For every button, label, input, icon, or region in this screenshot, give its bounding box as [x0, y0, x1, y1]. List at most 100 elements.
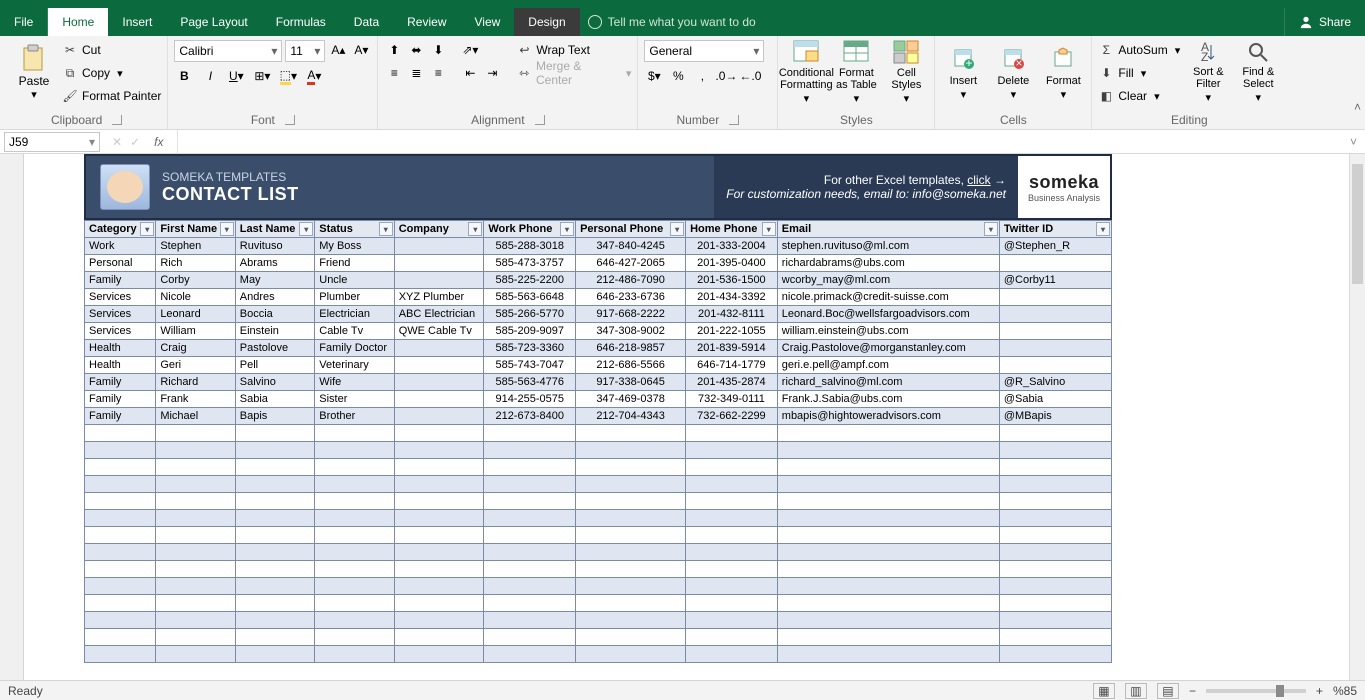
underline-button[interactable]: U▾: [226, 66, 246, 86]
tab-page-layout[interactable]: Page Layout: [166, 8, 261, 36]
page-layout-view-button[interactable]: ▥: [1125, 683, 1147, 699]
comma-button[interactable]: ,: [692, 66, 712, 86]
cell[interactable]: [999, 425, 1111, 442]
cell[interactable]: Brother: [315, 408, 394, 425]
cell[interactable]: [394, 357, 484, 374]
cell[interactable]: [576, 510, 686, 527]
cell[interactable]: [156, 629, 235, 646]
cell[interactable]: 585-473-3757: [484, 255, 576, 272]
cell[interactable]: [777, 646, 999, 663]
decrease-indent-button[interactable]: ⇤: [460, 63, 480, 83]
cell[interactable]: 646-218-9857: [576, 340, 686, 357]
zoom-level[interactable]: %85: [1333, 684, 1357, 698]
formula-input[interactable]: [178, 130, 1342, 153]
wrap-text-button[interactable]: ↩Wrap Text: [516, 40, 631, 60]
cell[interactable]: Services: [85, 306, 156, 323]
format-as-table-button[interactable]: Format as Table▾: [834, 40, 878, 104]
collapse-ribbon-button[interactable]: ˄: [1354, 100, 1361, 114]
cell[interactable]: 201-222-1055: [686, 323, 778, 340]
cell[interactable]: [235, 561, 314, 578]
font-name-combo[interactable]: Calibri▾: [174, 40, 282, 62]
cell[interactable]: Services: [85, 289, 156, 306]
cell[interactable]: [85, 510, 156, 527]
tab-formulas[interactable]: Formulas: [262, 8, 340, 36]
cell[interactable]: [999, 357, 1111, 374]
cell[interactable]: 212-704-4343: [576, 408, 686, 425]
worksheet[interactable]: SOMEKA TEMPLATES CONTACT LIST For other …: [24, 154, 1365, 680]
cell[interactable]: [235, 510, 314, 527]
cell[interactable]: [394, 629, 484, 646]
cell[interactable]: [576, 646, 686, 663]
cell[interactable]: [686, 425, 778, 442]
column-header[interactable]: Twitter ID▾: [999, 221, 1111, 238]
cell[interactable]: [85, 442, 156, 459]
cell[interactable]: william.einstein@ubs.com: [777, 323, 999, 340]
cell[interactable]: [394, 272, 484, 289]
tab-insert[interactable]: Insert: [108, 8, 166, 36]
cell[interactable]: [394, 391, 484, 408]
vertical-scrollbar[interactable]: [1349, 154, 1365, 680]
cell[interactable]: stephen.ruvituso@ml.com: [777, 238, 999, 255]
table-row[interactable]: [85, 527, 1112, 544]
cell[interactable]: Family: [85, 272, 156, 289]
cell[interactable]: [484, 493, 576, 510]
orientation-button[interactable]: ⇗▾: [460, 40, 480, 60]
cell[interactable]: [85, 578, 156, 595]
fill-color-button[interactable]: ⬚▾: [278, 66, 298, 86]
align-center-button[interactable]: ≣: [406, 63, 426, 83]
table-row[interactable]: FamilyRichardSalvinoWife585-563-4776917-…: [85, 374, 1112, 391]
cell[interactable]: [315, 425, 394, 442]
table-row[interactable]: HealthCraigPastoloveFamily Doctor585-723…: [85, 340, 1112, 357]
font-color-button[interactable]: A▾: [304, 66, 324, 86]
table-row[interactable]: HealthGeriPellVeterinary585-743-7047212-…: [85, 357, 1112, 374]
cell[interactable]: 646-233-6736: [576, 289, 686, 306]
filter-button[interactable]: ▾: [299, 222, 313, 236]
borders-button[interactable]: ⊞▾: [252, 66, 272, 86]
accounting-button[interactable]: $▾: [644, 66, 664, 86]
cell[interactable]: @Sabia: [999, 391, 1111, 408]
cell[interactable]: Friend: [315, 255, 394, 272]
cell[interactable]: Wife: [315, 374, 394, 391]
row-gutter[interactable]: [0, 154, 24, 680]
cell[interactable]: [999, 612, 1111, 629]
cell[interactable]: [394, 238, 484, 255]
cell[interactable]: 347-308-9002: [576, 323, 686, 340]
cell[interactable]: [315, 527, 394, 544]
cell[interactable]: [394, 374, 484, 391]
cell[interactable]: [85, 527, 156, 544]
page-break-view-button[interactable]: ▤: [1157, 683, 1179, 699]
cell[interactable]: [394, 646, 484, 663]
cell[interactable]: @R_Salvino: [999, 374, 1111, 391]
cell[interactable]: [235, 578, 314, 595]
cell[interactable]: [777, 612, 999, 629]
name-box[interactable]: J59▾: [4, 132, 100, 152]
cell[interactable]: [235, 612, 314, 629]
cell[interactable]: [686, 476, 778, 493]
cell[interactable]: [315, 442, 394, 459]
cell[interactable]: [156, 527, 235, 544]
cell[interactable]: 201-536-1500: [686, 272, 778, 289]
cell[interactable]: [999, 578, 1111, 595]
cell[interactable]: 201-839-5914: [686, 340, 778, 357]
table-row[interactable]: [85, 476, 1112, 493]
cell[interactable]: [999, 493, 1111, 510]
align-left-button[interactable]: ≡: [384, 63, 404, 83]
cell[interactable]: [156, 646, 235, 663]
cell[interactable]: [686, 544, 778, 561]
align-right-button[interactable]: ≡: [428, 63, 448, 83]
cut-button[interactable]: ✂Cut: [62, 40, 161, 60]
cell[interactable]: [999, 340, 1111, 357]
tell-me-search[interactable]: Tell me what you want to do: [580, 8, 764, 36]
align-top-button[interactable]: ⬆: [384, 40, 404, 60]
font-launcher[interactable]: [285, 115, 295, 125]
tab-data[interactable]: Data: [340, 8, 393, 36]
cell[interactable]: [484, 595, 576, 612]
cell[interactable]: Craig: [156, 340, 235, 357]
cell[interactable]: Andres: [235, 289, 314, 306]
cell[interactable]: [315, 561, 394, 578]
cell[interactable]: Corby: [156, 272, 235, 289]
cell[interactable]: [394, 476, 484, 493]
cell[interactable]: Electrician: [315, 306, 394, 323]
cell[interactable]: [394, 493, 484, 510]
cell[interactable]: 585-563-4776: [484, 374, 576, 391]
